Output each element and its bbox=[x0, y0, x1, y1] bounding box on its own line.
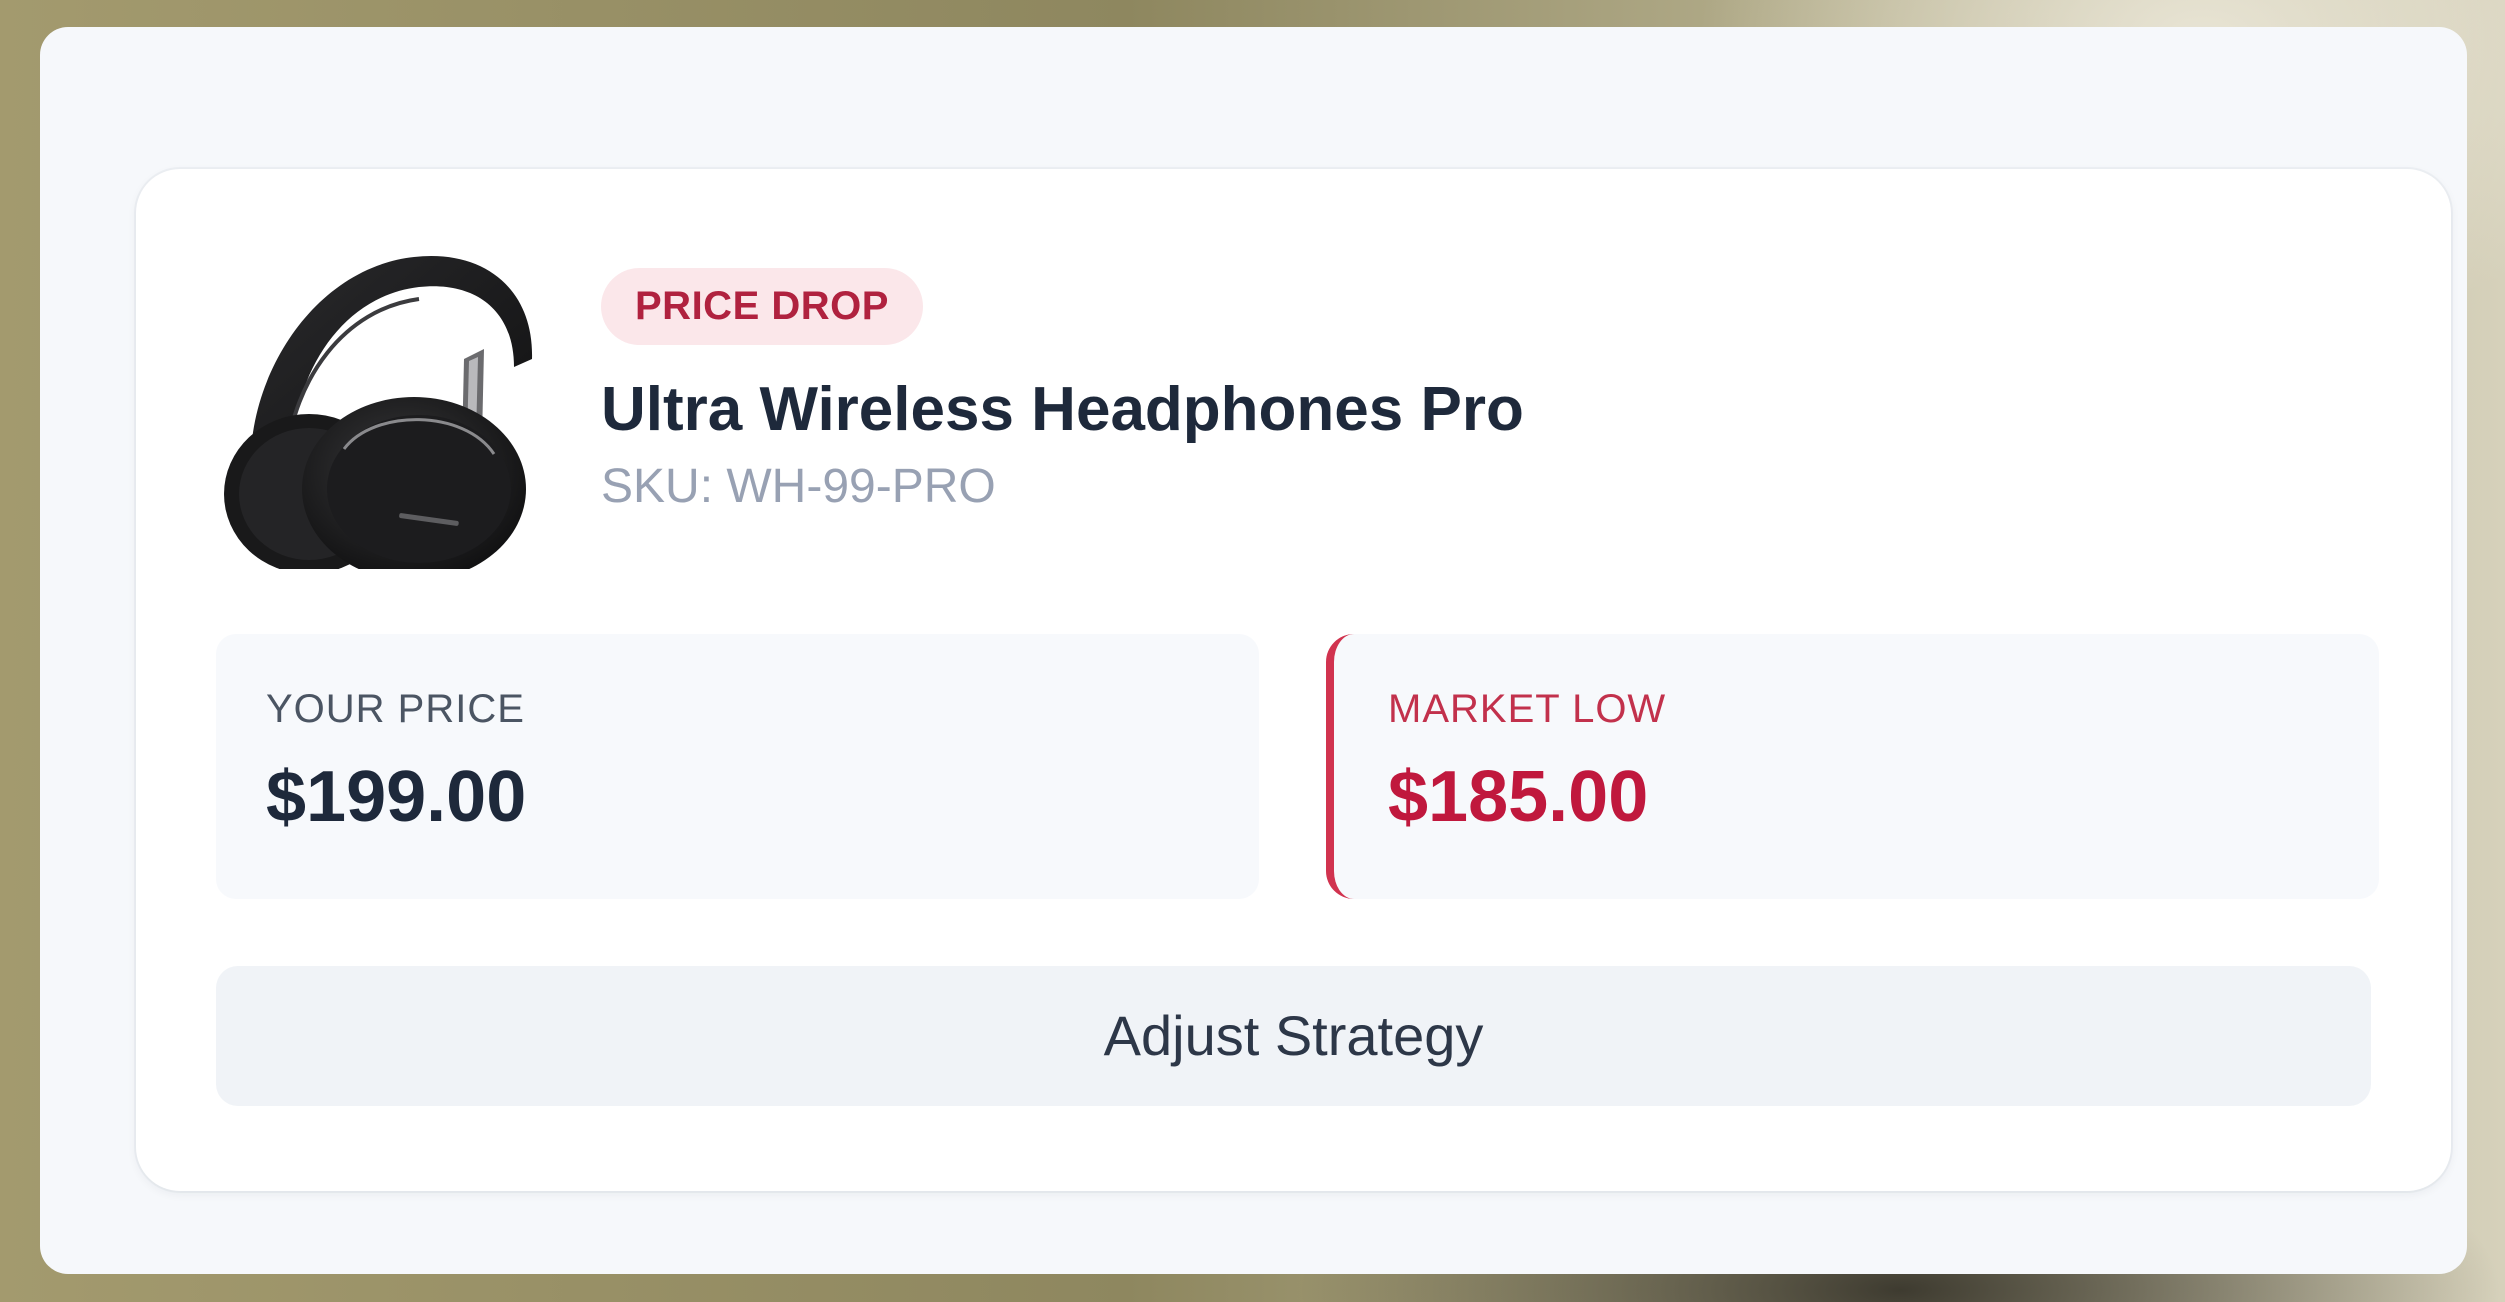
headphones-image bbox=[224, 255, 533, 569]
your-price-label: YOUR PRICE bbox=[266, 687, 525, 731]
product-sku: SKU: WH-99-PRO bbox=[601, 460, 996, 513]
panel-backdrop: PRICE DROP Ultra Wireless Headphones Pro… bbox=[40, 27, 2467, 1274]
your-price-box: YOUR PRICE $199.00 bbox=[216, 634, 1259, 899]
market-low-value: $185.00 bbox=[1388, 757, 1649, 837]
market-low-box: MARKET LOW $185.00 bbox=[1326, 634, 2379, 899]
adjust-strategy-button[interactable]: Adjust Strategy bbox=[216, 966, 2371, 1106]
price-drop-badge: PRICE DROP bbox=[601, 268, 923, 345]
your-price-value: $199.00 bbox=[266, 757, 527, 837]
market-low-label: MARKET LOW bbox=[1388, 687, 1667, 731]
product-title: Ultra Wireless Headphones Pro bbox=[601, 375, 1524, 444]
product-price-card: PRICE DROP Ultra Wireless Headphones Pro… bbox=[136, 169, 2451, 1191]
